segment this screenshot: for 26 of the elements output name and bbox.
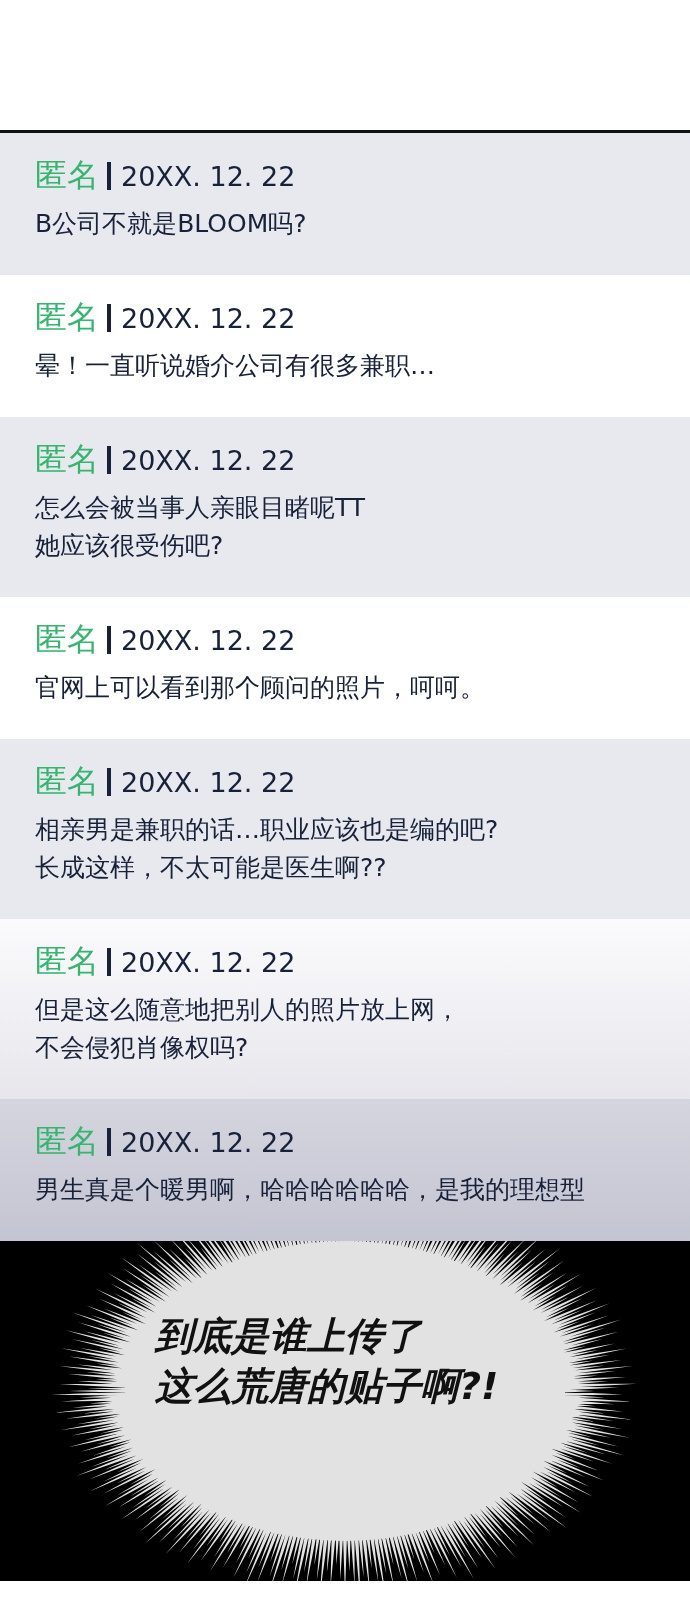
author-name: 匿名 — [35, 761, 99, 802]
author-name: 匿名 — [35, 155, 99, 196]
comment-date: 20XX. 12. 22 — [121, 766, 296, 798]
comment-text: 男生真是个暖男啊，哈哈哈哈哈哈，是我的理想型 — [35, 1174, 585, 1206]
author-name: 匿名 — [35, 297, 99, 338]
author-name: 匿名 — [35, 439, 99, 480]
author-name: 匿名 — [35, 1121, 99, 1162]
comment-date: 20XX. 12. 22 — [121, 946, 296, 978]
comment-date: 20XX. 12. 22 — [121, 444, 296, 476]
comment-date: 20XX. 12. 22 — [121, 1126, 296, 1158]
comment-text: 但是这么随意地把别人的照片放上网， — [35, 994, 460, 1026]
comment-text: 不会侵犯肖像权吗? — [35, 1032, 249, 1064]
exclamation-text: 这么荒唐的贴子啊?! — [155, 1363, 499, 1410]
author-name: 匿名 — [35, 941, 99, 982]
exclamation-text: 到底是谁上传了 — [155, 1313, 421, 1360]
comment-text: 怎么会被当事人亲眼目睹呢TT — [35, 492, 366, 524]
author-name: 匿名 — [35, 619, 99, 660]
comment-text: 官网上可以看到那个顾问的照片，呵呵。 — [35, 672, 485, 704]
comment-text: 晕！一直听说婚介公司有很多兼职… — [35, 350, 435, 382]
comment-text: 相亲男是兼职的话…职业应该也是编的吧? — [35, 814, 499, 846]
comment-date: 20XX. 12. 22 — [121, 160, 296, 192]
comment-text: 她应该很受伤吧? — [35, 530, 224, 562]
comment-text: B公司不就是BLOOM吗? — [35, 208, 307, 240]
comment-date: 20XX. 12. 22 — [121, 302, 296, 334]
comment-text: 长成这样，不太可能是医生啊?? — [35, 852, 387, 884]
comment-date: 20XX. 12. 22 — [121, 624, 296, 656]
